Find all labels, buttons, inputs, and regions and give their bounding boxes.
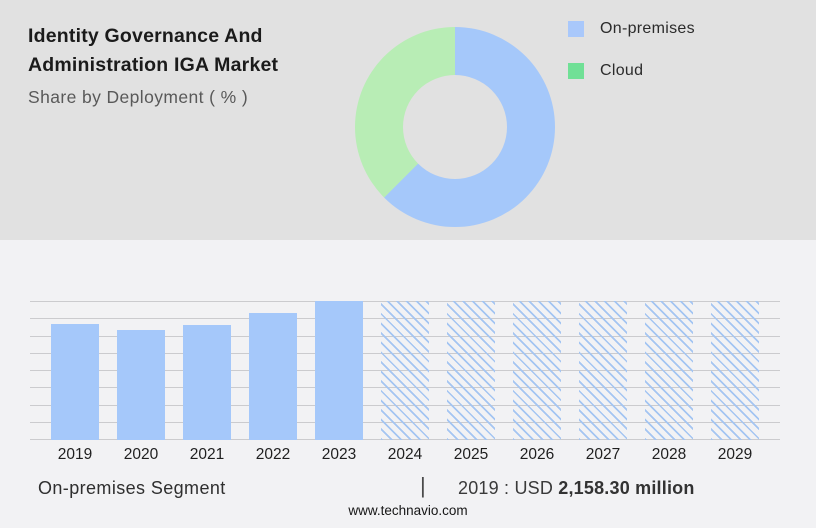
bar-2025 bbox=[447, 301, 495, 440]
legend-label: Cloud bbox=[600, 62, 643, 80]
footer-value-prefix: 2019 : USD bbox=[458, 478, 553, 498]
x-label-2023: 2023 bbox=[306, 446, 372, 464]
legend-swatch-icon bbox=[568, 63, 584, 79]
bar-2023 bbox=[315, 301, 363, 440]
bar-2026 bbox=[513, 301, 561, 440]
bar-chart-plot-area bbox=[30, 301, 780, 440]
x-label-2022: 2022 bbox=[240, 446, 306, 464]
footer-value-amount: 2,158.30 million bbox=[558, 478, 694, 498]
segment-label: On-premises Segment bbox=[38, 478, 226, 499]
bar-chart-section: 2019202020212022202320242025202620272028… bbox=[0, 240, 816, 528]
x-axis-labels: 2019202020212022202320242025202620272028… bbox=[30, 446, 780, 468]
bar-2021 bbox=[183, 325, 231, 440]
bar-2019 bbox=[51, 324, 99, 440]
x-label-2025: 2025 bbox=[438, 446, 504, 464]
bar-2029 bbox=[711, 301, 759, 440]
title-block: Identity Governance And Administration I… bbox=[28, 22, 348, 108]
bar-2020 bbox=[117, 330, 165, 440]
bar-2022 bbox=[249, 313, 297, 440]
page-subtitle: Share by Deployment ( % ) bbox=[28, 87, 348, 108]
footer-value: 2019 : USD 2,158.30 million bbox=[458, 478, 695, 499]
x-label-2029: 2029 bbox=[702, 446, 768, 464]
x-label-2020: 2020 bbox=[108, 446, 174, 464]
x-label-2021: 2021 bbox=[174, 446, 240, 464]
x-label-2028: 2028 bbox=[636, 446, 702, 464]
x-label-2026: 2026 bbox=[504, 446, 570, 464]
page-title-line-1: Identity Governance And bbox=[28, 22, 348, 51]
donut-chart bbox=[355, 27, 555, 227]
legend-item-cloud: Cloud bbox=[568, 62, 695, 80]
page-title-line-2: Administration IGA Market bbox=[28, 51, 348, 80]
x-label-2019: 2019 bbox=[42, 446, 108, 464]
bar-2028 bbox=[645, 301, 693, 440]
bar-2027 bbox=[579, 301, 627, 440]
donut-hole bbox=[403, 75, 507, 179]
header-section: Identity Governance And Administration I… bbox=[0, 0, 816, 240]
website-text: www.technavio.com bbox=[0, 503, 816, 518]
bar-2024 bbox=[381, 301, 429, 440]
x-label-2027: 2027 bbox=[570, 446, 636, 464]
legend-swatch-icon bbox=[568, 21, 584, 37]
x-label-2024: 2024 bbox=[372, 446, 438, 464]
footer-separator: | bbox=[420, 473, 426, 499]
legend-item-on-premises: On-premises bbox=[568, 20, 695, 38]
legend: On-premises Cloud bbox=[568, 20, 695, 80]
legend-label: On-premises bbox=[600, 20, 695, 38]
